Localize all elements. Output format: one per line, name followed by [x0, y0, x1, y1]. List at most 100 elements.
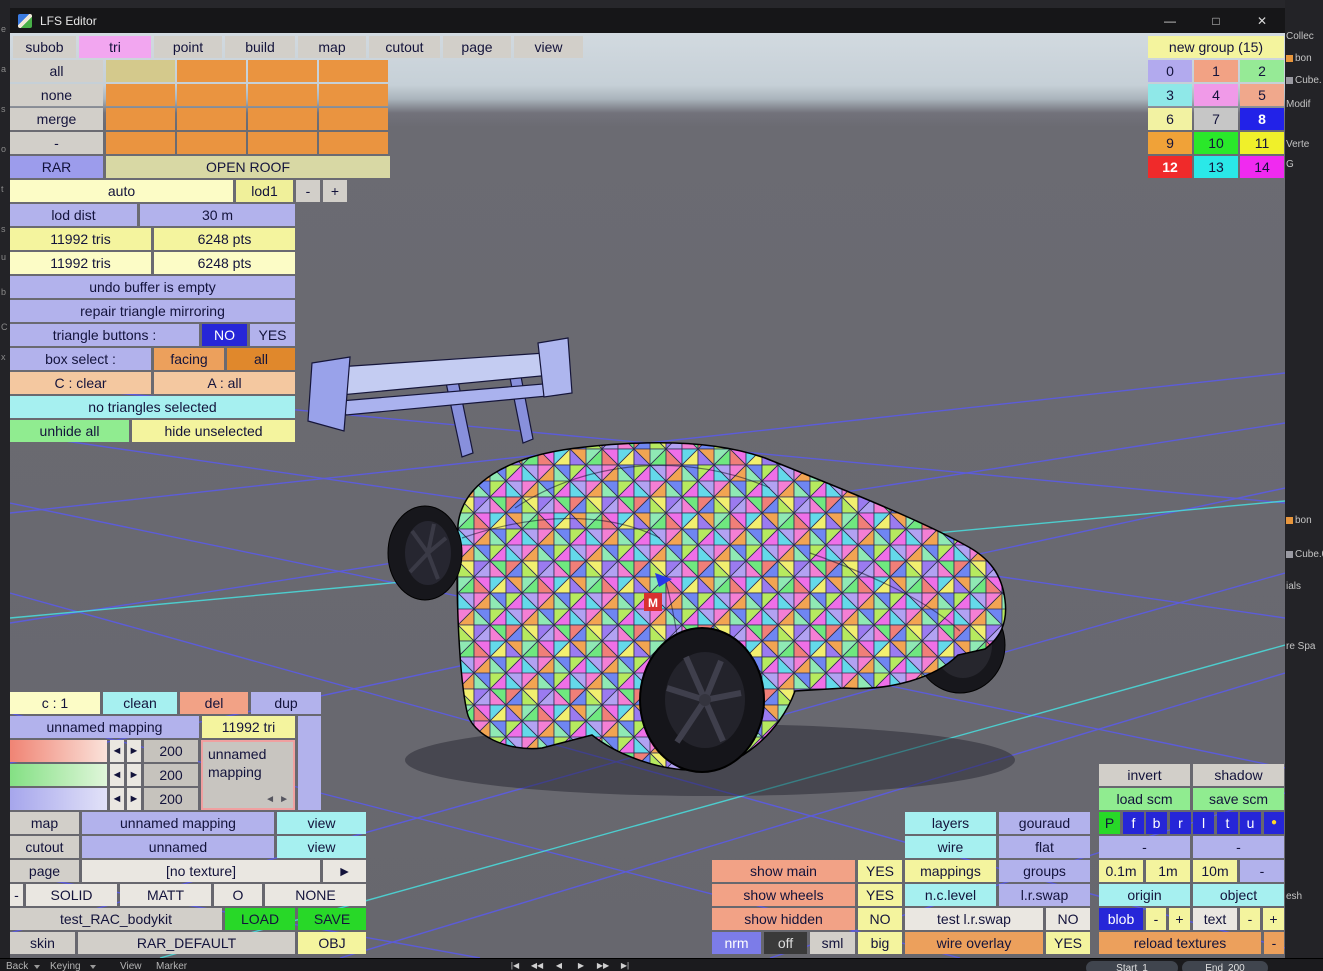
- reload-textures-button[interactable]: reload textures: [1099, 932, 1261, 954]
- repair-mirroring-button[interactable]: repair triangle mirroring: [10, 300, 295, 322]
- jump-to-start-button[interactable]: |◀: [505, 960, 525, 971]
- subobject-cell[interactable]: [106, 132, 175, 154]
- hide-unselected-button[interactable]: hide unselected: [132, 420, 295, 442]
- minimize-button[interactable]: —: [1147, 8, 1193, 33]
- page-value[interactable]: [no texture]: [82, 860, 320, 882]
- subobject-cell[interactable]: [319, 84, 388, 106]
- load-scm-button[interactable]: load scm: [1099, 788, 1190, 810]
- solid-button[interactable]: SOLID: [26, 884, 117, 906]
- merge-button[interactable]: merge: [10, 108, 103, 130]
- green-decrease-button[interactable]: ◄: [110, 764, 124, 786]
- timeline-back-menu[interactable]: Back: [6, 961, 28, 971]
- nrm-button[interactable]: nrm: [712, 932, 761, 954]
- mapping-prev-button[interactable]: ◄: [265, 793, 275, 806]
- minus-button[interactable]: -: [10, 132, 103, 154]
- dash-right-button[interactable]: -: [1193, 836, 1284, 858]
- tab-point[interactable]: point: [154, 36, 222, 58]
- reload-dash-button[interactable]: -: [1264, 932, 1284, 954]
- box-select-all[interactable]: all: [227, 348, 295, 370]
- scale-dash-button[interactable]: -: [1240, 860, 1284, 882]
- matt-button[interactable]: MATT: [120, 884, 211, 906]
- group-cell-4[interactable]: 4: [1194, 84, 1238, 106]
- lod-dist-value[interactable]: 30 m: [140, 204, 295, 226]
- flat-button[interactable]: flat: [999, 836, 1090, 858]
- scale-1m-button[interactable]: 1m: [1146, 860, 1190, 882]
- tab-map[interactable]: map: [298, 36, 366, 58]
- blob-plus-button[interactable]: +: [1169, 908, 1190, 930]
- gouraud-button[interactable]: gouraud: [999, 812, 1090, 834]
- wire-overlay-toggle[interactable]: YES: [1046, 932, 1090, 954]
- subobject-cell[interactable]: [319, 108, 388, 130]
- subobject-cell[interactable]: [319, 60, 388, 82]
- select-all-button[interactable]: all: [10, 60, 103, 82]
- subobject-cell[interactable]: [106, 84, 175, 106]
- frame-start-field[interactable]: Start 1: [1086, 961, 1178, 971]
- mapping-scrollbar[interactable]: [298, 716, 321, 810]
- tab-build[interactable]: build: [225, 36, 295, 58]
- select-none-button[interactable]: none: [10, 84, 103, 106]
- prev-keyframe-button[interactable]: ◀◀: [527, 960, 547, 971]
- green-value[interactable]: 200: [144, 764, 198, 786]
- proj-dot-button[interactable]: ●: [1264, 812, 1284, 834]
- lr-swap-button[interactable]: l.r.swap: [999, 884, 1090, 906]
- show-main-toggle[interactable]: YES: [858, 860, 902, 882]
- group-cell-7[interactable]: 7: [1194, 108, 1238, 130]
- blob-button[interactable]: blob: [1099, 908, 1143, 930]
- nrm-off-button[interactable]: off: [764, 932, 807, 954]
- skin-value[interactable]: RAR_DEFAULT: [78, 932, 295, 954]
- close-button[interactable]: ✕: [1239, 8, 1285, 33]
- wire-button[interactable]: wire: [905, 836, 996, 858]
- map-value[interactable]: unnamed mapping: [82, 812, 274, 834]
- subobject-cell[interactable]: [177, 132, 246, 154]
- select-all-tris-button[interactable]: A : all: [154, 372, 295, 394]
- map-view-button[interactable]: view: [277, 812, 366, 834]
- color-swatch-blue[interactable]: [10, 788, 107, 810]
- group-cell-14[interactable]: 14: [1240, 156, 1284, 178]
- color-swatch-red[interactable]: [10, 740, 107, 762]
- jump-to-end-button[interactable]: ▶|: [615, 960, 635, 971]
- nrm-big-button[interactable]: big: [858, 932, 902, 954]
- tab-view[interactable]: view: [514, 36, 583, 58]
- group-cell-13[interactable]: 13: [1194, 156, 1238, 178]
- group-cell-1[interactable]: 1: [1194, 60, 1238, 82]
- cutout-value[interactable]: unnamed: [82, 836, 274, 858]
- proj-u-button[interactable]: u: [1240, 812, 1261, 834]
- text-plus-button[interactable]: +: [1263, 908, 1284, 930]
- subobject-cell[interactable]: [106, 108, 175, 130]
- object-button[interactable]: object: [1193, 884, 1284, 906]
- mapping-name-button[interactable]: unnamed mapping: [10, 716, 199, 738]
- subobject-cell[interactable]: [248, 84, 317, 106]
- subobject-cell[interactable]: [248, 108, 317, 130]
- subobject-cell[interactable]: [177, 60, 246, 82]
- show-hidden-toggle[interactable]: NO: [858, 908, 902, 930]
- duplicate-button[interactable]: dup: [251, 692, 321, 714]
- tab-subob[interactable]: subob: [13, 36, 76, 58]
- nc-level-button[interactable]: n.c.level: [905, 884, 996, 906]
- lod-minus-button[interactable]: -: [296, 180, 320, 202]
- clear-selection-button[interactable]: C : clear: [10, 372, 151, 394]
- blue-decrease-button[interactable]: ◄: [110, 788, 124, 810]
- group-cell-5[interactable]: 5: [1240, 84, 1284, 106]
- proj-p-button[interactable]: P: [1099, 812, 1120, 834]
- nrm-sml-button[interactable]: sml: [810, 932, 855, 954]
- new-group-button[interactable]: new group (15): [1148, 36, 1284, 58]
- groups-button[interactable]: groups: [999, 860, 1090, 882]
- group-cell-11[interactable]: 11: [1240, 132, 1284, 154]
- group-cell-0[interactable]: 0: [1148, 60, 1192, 82]
- group-cell-2[interactable]: 2: [1240, 60, 1284, 82]
- selection-marker-m[interactable]: M: [644, 593, 662, 611]
- blue-value[interactable]: 200: [144, 788, 198, 810]
- green-increase-button[interactable]: ►: [127, 764, 141, 786]
- play-button[interactable]: ▶: [571, 960, 591, 971]
- auto-lod-button[interactable]: auto: [10, 180, 233, 202]
- group-cell-6[interactable]: 6: [1148, 108, 1192, 130]
- red-value[interactable]: 200: [144, 740, 198, 762]
- test-lr-swap-toggle[interactable]: NO: [1046, 908, 1090, 930]
- page-next-button[interactable]: ►: [323, 860, 366, 882]
- subobject-cell[interactable]: [248, 132, 317, 154]
- cutout-view-button[interactable]: view: [277, 836, 366, 858]
- dash-left-button[interactable]: -: [1099, 836, 1190, 858]
- load-button[interactable]: LOAD: [225, 908, 295, 930]
- cut-count[interactable]: c : 1: [10, 692, 100, 714]
- subobject-cell[interactable]: [177, 84, 246, 106]
